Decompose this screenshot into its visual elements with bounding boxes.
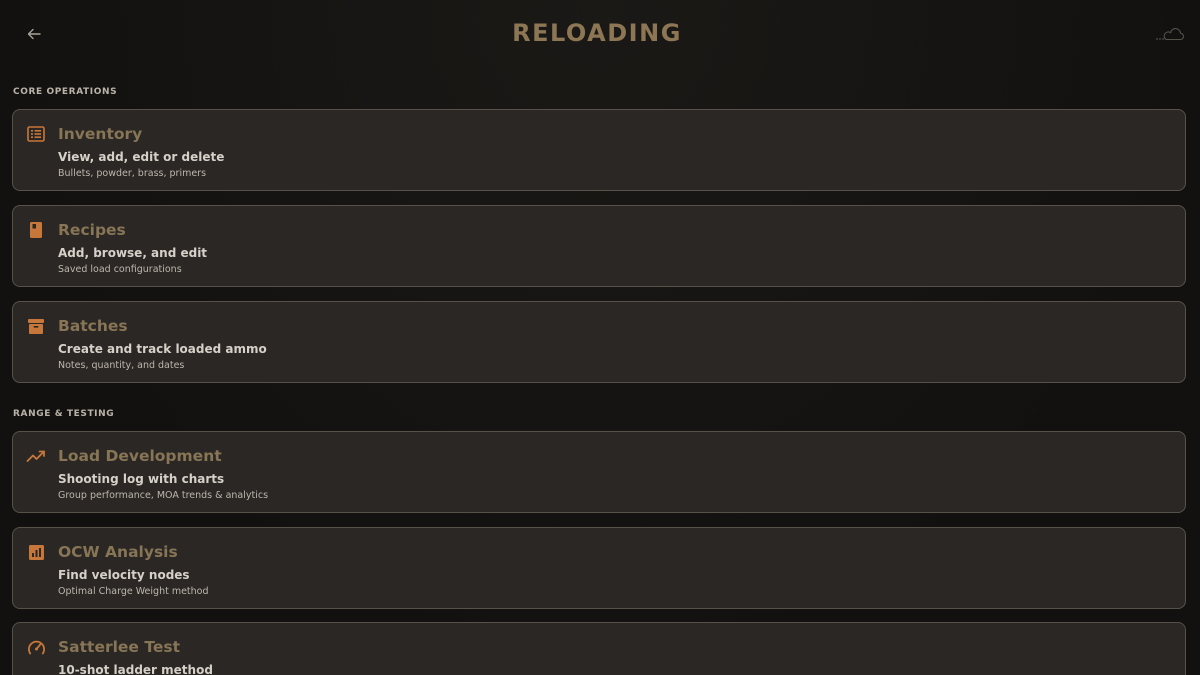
card-description: Bullets, powder, brass, primers	[58, 168, 207, 179]
card-load-development[interactable]: Load Development Shooting log with chart…	[12, 431, 1186, 513]
card-title: Inventory	[58, 125, 143, 143]
speedometer-icon	[26, 637, 46, 657]
section-label-core-operations: CORE OPERATIONS	[13, 87, 118, 97]
card-description: Saved load configurations	[58, 264, 182, 275]
reloading-screen: RELOADING CORE OPERATIONS Inventory View…	[0, 0, 1200, 675]
card-subtitle: 10-shot ladder method	[58, 663, 213, 675]
card-subtitle: Find velocity nodes	[58, 568, 190, 582]
card-subtitle: Shooting log with charts	[58, 472, 225, 486]
page-title: RELOADING	[512, 19, 682, 47]
card-title: Satterlee Test	[58, 638, 180, 656]
book-icon	[26, 220, 46, 240]
cloud-sync-button[interactable]	[1154, 22, 1186, 46]
card-inventory[interactable]: Inventory View, add, edit or delete Bull…	[12, 109, 1186, 191]
card-description: Group performance, MOA trends & analytic…	[58, 490, 269, 501]
card-description: Notes, quantity, and dates	[58, 360, 185, 371]
list-alt-icon	[26, 124, 46, 144]
card-title: Recipes	[58, 221, 126, 239]
card-batches[interactable]: Batches Create and track loaded ammo Not…	[12, 301, 1186, 383]
card-description: Optimal Charge Weight method	[58, 586, 209, 597]
trend-line-icon	[26, 446, 46, 466]
card-title: OCW Analysis	[58, 543, 178, 561]
card-title: Batches	[58, 317, 128, 335]
card-recipes[interactable]: Recipes Add, browse, and edit Saved load…	[12, 205, 1186, 287]
card-subtitle: Create and track loaded ammo	[58, 342, 267, 356]
card-ocw-analysis[interactable]: OCW Analysis Find velocity nodes Optimal…	[12, 527, 1186, 609]
bar-chart-icon	[26, 542, 46, 562]
archive-box-icon	[26, 316, 46, 336]
card-subtitle: View, add, edit or delete	[58, 150, 225, 164]
card-subtitle: Add, browse, and edit	[58, 246, 208, 260]
section-label-range-testing: RANGE & TESTING	[13, 409, 115, 419]
cloud-sync-icon	[1156, 28, 1184, 41]
top-bar: RELOADING	[0, 0, 1200, 72]
card-title: Load Development	[58, 447, 222, 465]
card-satterlee-test[interactable]: Satterlee Test 10-shot ladder method	[12, 622, 1186, 675]
